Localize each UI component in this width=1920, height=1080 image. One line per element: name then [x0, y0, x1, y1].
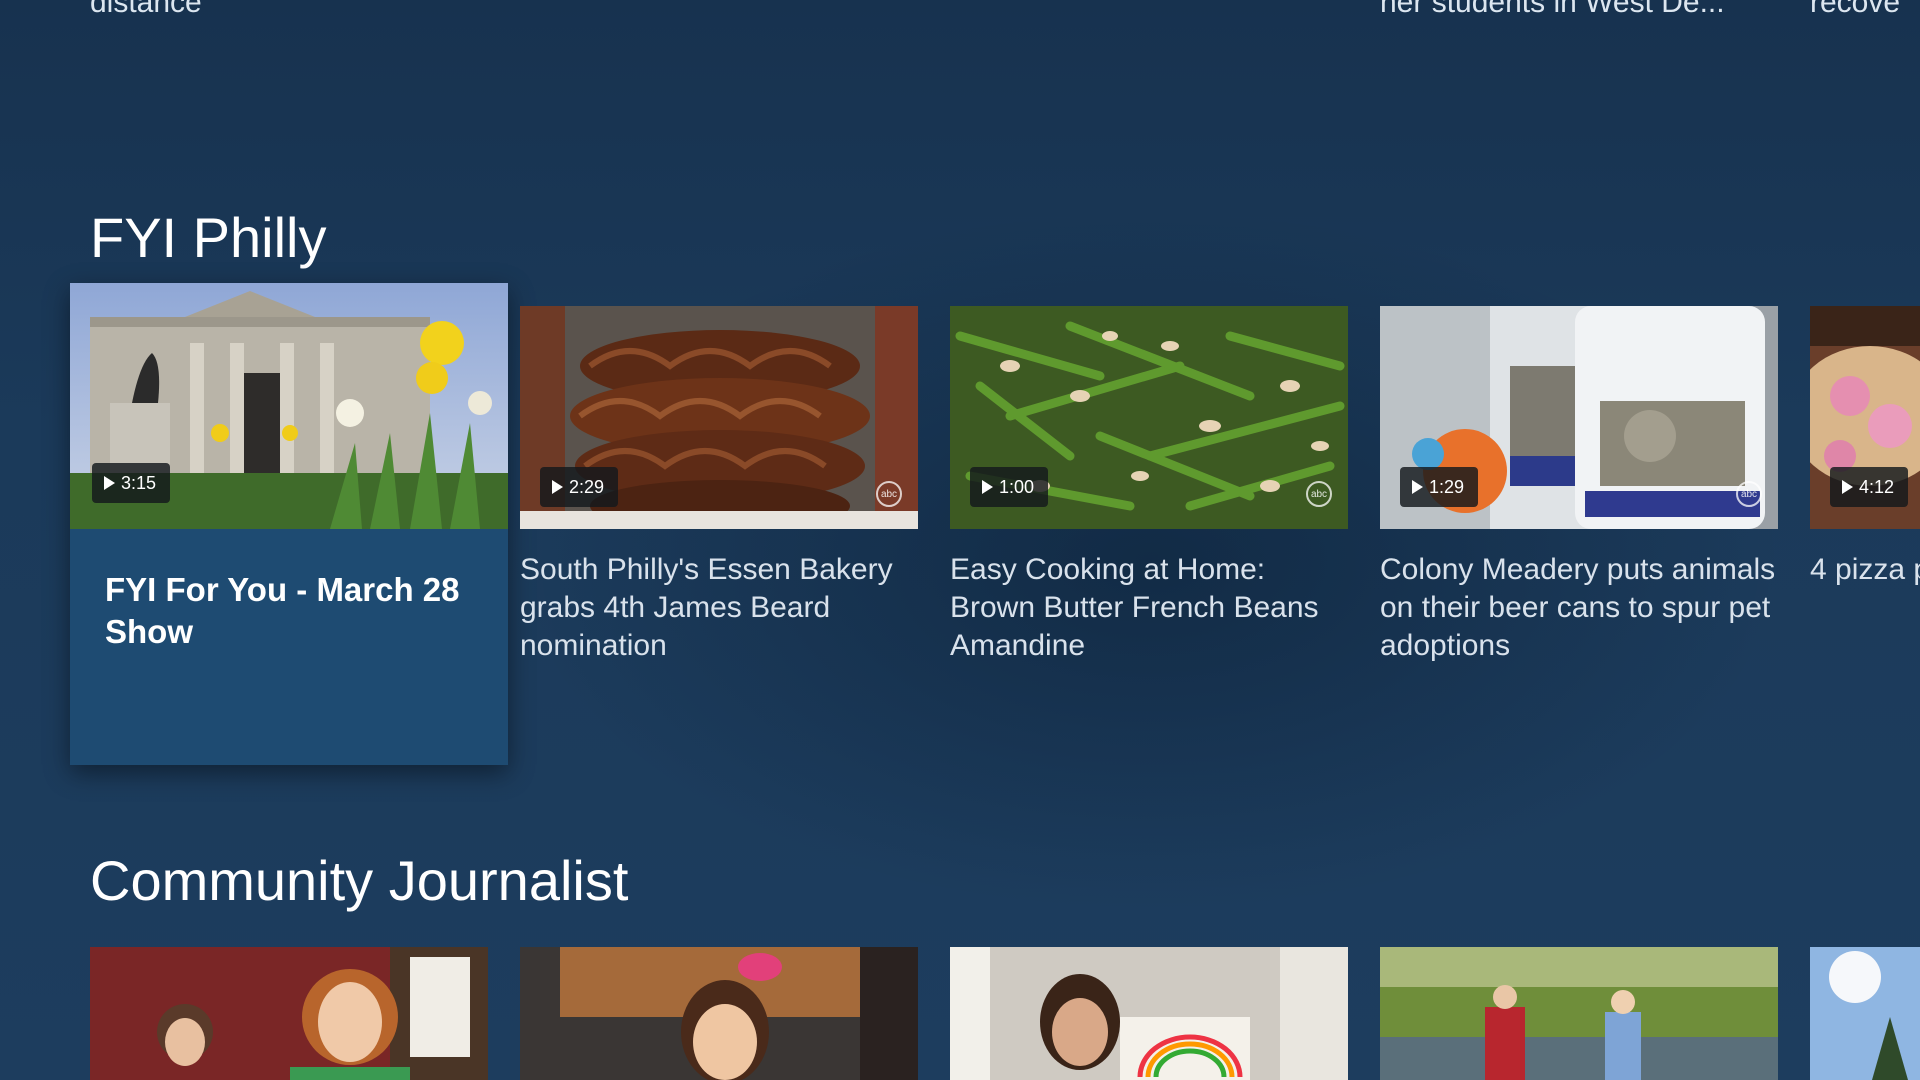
community-journalist-row: [0, 947, 1920, 1080]
video-title: Easy Cooking at Home: Brown Butter Frenc…: [950, 553, 1319, 662]
video-thumbnail[interactable]: [90, 947, 488, 1080]
tv-app-screen: distance her students in West De... reco…: [0, 0, 1920, 1080]
video-thumbnail[interactable]: [520, 947, 918, 1080]
play-icon: [1842, 480, 1853, 494]
video-card[interactable]: 4:12 4 pizza perfect: [1810, 306, 1920, 589]
girl-with-bow-image: [520, 947, 918, 1080]
duration-badge: 4:12: [1830, 467, 1909, 507]
video-thumbnail[interactable]: [1810, 947, 1920, 1080]
video-title: FYI For You - March 28 Show: [105, 571, 460, 650]
play-icon: [104, 476, 115, 490]
prev-row-title-3: recove: [1810, 0, 1901, 19]
prev-row-title-2: her students in West De...: [1380, 0, 1725, 19]
video-thumbnail: 2:29 abc: [520, 306, 918, 529]
duration-text: 1:29: [1429, 476, 1465, 497]
duration-badge: 1:29: [1400, 467, 1479, 507]
prev-row-title-1: distance: [90, 0, 202, 19]
video-thumbnail[interactable]: [1380, 947, 1778, 1080]
focused-card-detail: FYI For You - March 28 Show: [70, 529, 508, 765]
duration-badge: 2:29: [540, 467, 619, 507]
duration-text: 3:15: [121, 472, 157, 493]
sunny-sky-image: [1810, 947, 1920, 1080]
abc-station-icon: abc: [876, 481, 902, 507]
video-thumbnail: 1:00 abc: [950, 306, 1348, 529]
video-thumbnail: 4:12: [1810, 306, 1920, 529]
duration-badge: 1:00: [970, 467, 1049, 507]
duration-badge: 3:15: [92, 463, 171, 503]
duration-text: 4:12: [1859, 476, 1895, 497]
play-icon: [1412, 480, 1423, 494]
video-title: Colony Meadery puts ani­mals on their be…: [1380, 553, 1776, 662]
creek-volunteers-image: [1380, 947, 1778, 1080]
abc-station-icon: abc: [1736, 481, 1762, 507]
play-icon: [982, 480, 993, 494]
duration-text: 2:29: [569, 476, 605, 497]
video-card[interactable]: 1:29 abc Colony Meadery puts ani­mals on…: [1380, 306, 1778, 665]
video-title: 4 pizza perfect: [1810, 553, 1920, 586]
video-card[interactable]: 1:00 abc Easy Cooking at Home: Brown But…: [950, 306, 1348, 665]
video-card[interactable]: 3:15 FYI For You - March 28 Show: [70, 283, 508, 765]
abc-station-icon: abc: [1306, 481, 1332, 507]
section-title-community-journalist: Community Journalist: [90, 849, 629, 912]
video-thumbnail: 3:15: [70, 283, 508, 529]
video-thumbnail: 1:29 abc: [1380, 306, 1778, 529]
girl-with-rainbow-drawing-image: [950, 947, 1348, 1080]
video-thumbnail[interactable]: [950, 947, 1348, 1080]
previous-row: distance her students in West De... reco…: [0, 0, 1920, 19]
video-title: South Philly's Essen Bakery grabs 4th Ja…: [520, 553, 893, 662]
play-icon: [552, 480, 563, 494]
teacher-smiling-image: [90, 947, 488, 1080]
video-card[interactable]: 2:29 abc South Philly's Essen Bakery gra…: [520, 306, 918, 665]
section-title-fyi-philly: FYI Philly: [90, 206, 327, 269]
duration-text: 1:00: [999, 476, 1035, 497]
